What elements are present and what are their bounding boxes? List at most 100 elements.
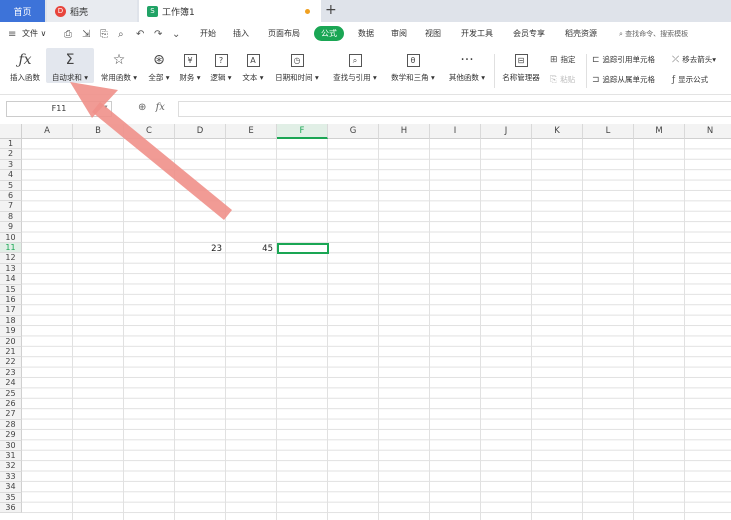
- text-functions-button[interactable]: A 文本 ▾: [238, 48, 268, 83]
- cell-area[interactable]: 23 45: [22, 139, 731, 520]
- hamburger-icon[interactable]: ≡: [8, 29, 16, 40]
- name-box-dropdown-icon[interactable]: ▾: [104, 103, 108, 111]
- lookup-button[interactable]: ⌕ 查找与引用 ▾: [328, 48, 382, 83]
- specify-button[interactable]: ⊞ 指定: [550, 54, 576, 65]
- redo-icon[interactable]: ↷: [154, 29, 162, 40]
- row-header-23[interactable]: 23: [0, 367, 22, 379]
- column-header-n[interactable]: N: [685, 124, 731, 139]
- insert-function-button[interactable]: ƒx 插入函数: [6, 48, 44, 83]
- row-header-22[interactable]: 22: [0, 357, 22, 368]
- tab-home[interactable]: 首页: [0, 0, 45, 22]
- row-header-31[interactable]: 31: [0, 451, 22, 462]
- tab-daoke[interactable]: D 稻壳: [47, 0, 137, 22]
- row-header-29[interactable]: 29: [0, 430, 22, 441]
- menu-insert[interactable]: 插入: [233, 28, 249, 39]
- row-header-25[interactable]: 25: [0, 388, 22, 399]
- row-header-7[interactable]: 7: [0, 201, 22, 212]
- column-header-h[interactable]: H: [379, 124, 430, 139]
- tab-workbook[interactable]: S 工作簿1: [139, 0, 321, 22]
- column-header-k[interactable]: K: [532, 124, 583, 139]
- column-header-l[interactable]: L: [583, 124, 634, 139]
- math-button[interactable]: θ 数学和三角 ▾: [386, 48, 440, 83]
- menu-start[interactable]: 开始: [200, 28, 216, 39]
- autosum-button[interactable]: Σ 自动求和 ▾: [46, 48, 94, 83]
- row-header-9[interactable]: 9: [0, 222, 22, 233]
- row-header-32[interactable]: 32: [0, 461, 22, 472]
- command-search[interactable]: ⌕ 查找命令、搜索模板: [619, 29, 688, 39]
- column-header-a[interactable]: A: [22, 124, 73, 139]
- row-header-18[interactable]: 18: [0, 315, 22, 327]
- formula-fx-icon[interactable]: fx: [156, 102, 165, 113]
- menu-data[interactable]: 数据: [358, 28, 374, 39]
- column-header-m[interactable]: M: [634, 124, 685, 139]
- cell-d11[interactable]: 23: [175, 244, 222, 254]
- paste-name-button[interactable]: ⎘ 粘贴: [550, 74, 575, 85]
- row-header-35[interactable]: 35: [0, 492, 22, 503]
- row-header-16[interactable]: 16: [0, 295, 22, 306]
- row-header-1[interactable]: 1: [0, 139, 22, 150]
- menu-view[interactable]: 视图: [425, 28, 441, 39]
- row-header-11[interactable]: 11: [0, 243, 22, 254]
- column-header-e[interactable]: E: [226, 124, 277, 139]
- new-tab-button[interactable]: +: [325, 2, 337, 18]
- row-header-10[interactable]: 10: [0, 232, 22, 243]
- row-header-24[interactable]: 24: [0, 378, 22, 389]
- print-preview-icon[interactable]: ⌕: [118, 29, 124, 40]
- name-manager-button[interactable]: ⊟ 名称管理器: [498, 48, 544, 83]
- remove-arrows-button[interactable]: ⤫ 移去箭头 ▾: [672, 54, 716, 65]
- row-header-27[interactable]: 27: [0, 409, 22, 420]
- row-header-21[interactable]: 21: [0, 347, 22, 358]
- menu-developer[interactable]: 开发工具: [461, 28, 493, 39]
- row-header-20[interactable]: 20: [0, 336, 22, 347]
- cell-e11[interactable]: 45: [226, 244, 273, 254]
- print-icon[interactable]: ⎘: [100, 29, 108, 40]
- save-icon[interactable]: ⎙: [64, 29, 72, 40]
- datetime-button[interactable]: ◷ 日期和时间 ▾: [270, 48, 324, 83]
- menu-member[interactable]: 会员专享: [513, 28, 545, 39]
- row-header-8[interactable]: 8: [0, 211, 22, 223]
- row-header-34[interactable]: 34: [0, 482, 22, 493]
- row-header-5[interactable]: 5: [0, 180, 22, 191]
- column-header-i[interactable]: I: [430, 124, 481, 139]
- row-header-33[interactable]: 33: [0, 471, 22, 483]
- finance-button[interactable]: ¥ 财务 ▾: [176, 48, 204, 83]
- column-header-j[interactable]: J: [481, 124, 532, 139]
- column-header-d[interactable]: D: [175, 124, 226, 139]
- zoom-search-icon[interactable]: ⊕: [138, 102, 146, 113]
- menu-file[interactable]: 文件 ∨: [22, 28, 46, 39]
- row-header-3[interactable]: 3: [0, 159, 22, 171]
- undo-icon[interactable]: ↶: [136, 29, 144, 40]
- row-header-28[interactable]: 28: [0, 419, 22, 431]
- row-header-19[interactable]: 19: [0, 326, 22, 337]
- menu-page-layout[interactable]: 页面布局: [268, 28, 300, 39]
- menu-formulas[interactable]: 公式: [314, 26, 344, 41]
- row-header-26[interactable]: 26: [0, 399, 22, 410]
- row-header-12[interactable]: 12: [0, 253, 22, 264]
- row-header-6[interactable]: 6: [0, 191, 22, 202]
- trace-precedents-button[interactable]: ⊏ 追踪引用单元格: [592, 54, 655, 65]
- customize-icon[interactable]: ⌄: [172, 29, 180, 40]
- other-functions-button[interactable]: ··· 其他函数 ▾: [444, 48, 490, 83]
- row-header-30[interactable]: 30: [0, 440, 22, 451]
- active-cell-selection[interactable]: [277, 242, 329, 255]
- row-header-2[interactable]: 2: [0, 149, 22, 160]
- column-header-f[interactable]: F: [277, 124, 328, 139]
- name-box[interactable]: F11: [6, 101, 112, 117]
- all-functions-button[interactable]: ⊛ 全部 ▾: [144, 48, 174, 83]
- menu-daoke-resources[interactable]: 稻壳资源: [565, 28, 597, 39]
- row-header-15[interactable]: 15: [0, 284, 22, 295]
- column-header-g[interactable]: G: [328, 124, 379, 139]
- row-header-13[interactable]: 13: [0, 263, 22, 275]
- export-icon[interactable]: ⇲: [82, 29, 90, 40]
- column-header-c[interactable]: C: [124, 124, 175, 139]
- formula-input[interactable]: [178, 101, 731, 117]
- select-all-corner[interactable]: [0, 124, 22, 139]
- common-functions-button[interactable]: ☆ 常用函数 ▾: [96, 48, 142, 83]
- column-header-b[interactable]: B: [73, 124, 124, 139]
- row-header-4[interactable]: 4: [0, 170, 22, 181]
- menu-review[interactable]: 审阅: [391, 28, 407, 39]
- row-header-14[interactable]: 14: [0, 274, 22, 285]
- logic-button[interactable]: ? 逻辑 ▾: [206, 48, 236, 83]
- show-formulas-button[interactable]: ƒ 显示公式: [672, 74, 708, 85]
- row-header-17[interactable]: 17: [0, 305, 22, 316]
